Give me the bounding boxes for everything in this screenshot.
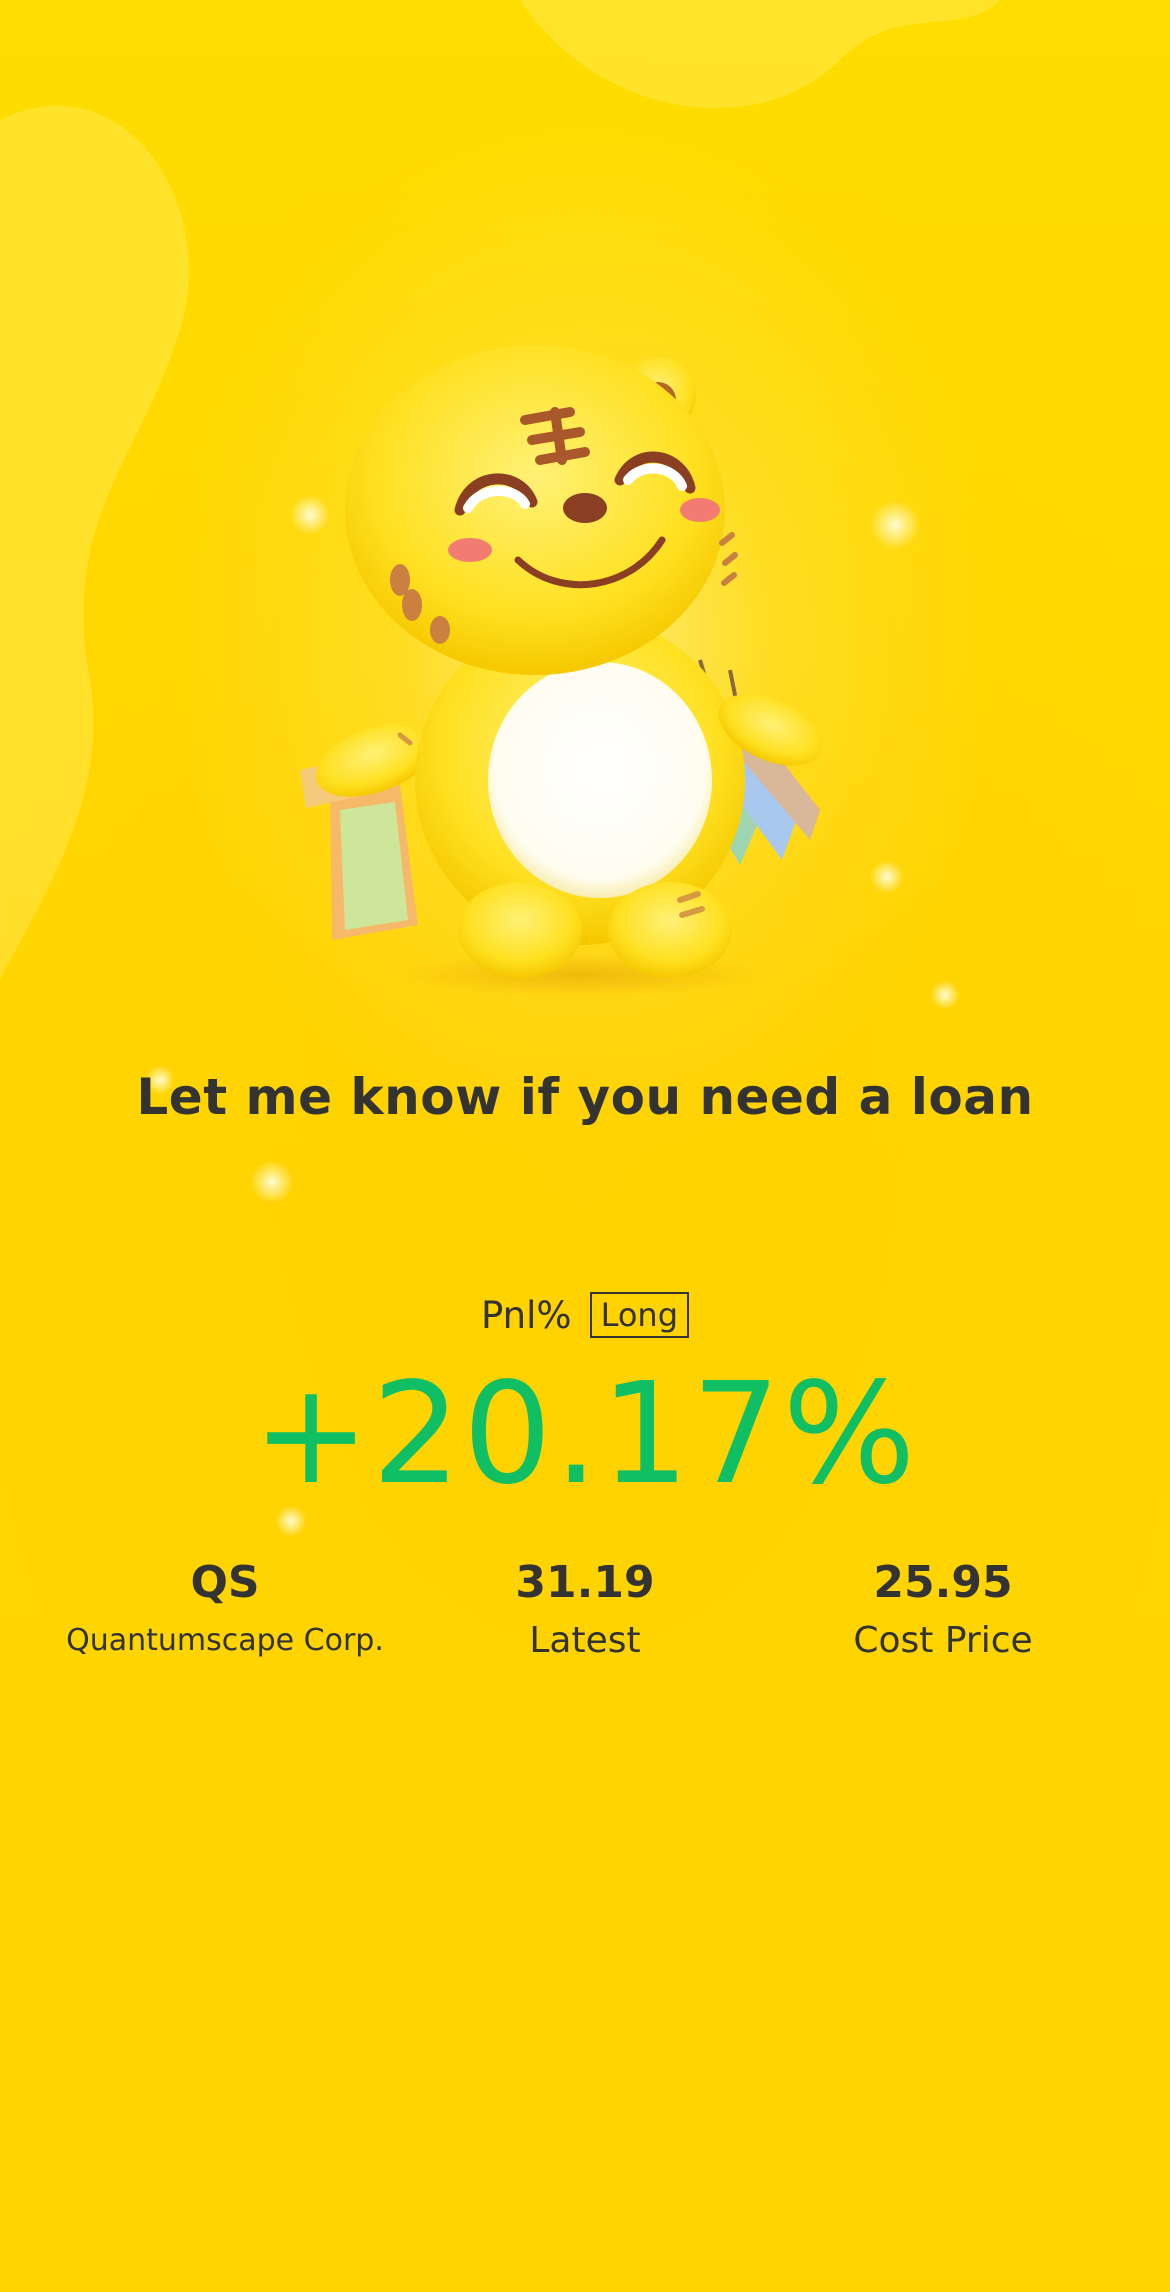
pnl-percentage: +20.17% <box>252 1353 918 1516</box>
sparkle <box>930 980 960 1010</box>
position-stats: QS Quantumscape Corp. 31.19 Latest 25.95… <box>0 1555 1170 1675</box>
cost-price: 25.95 <box>873 1557 1013 1608</box>
sparkle <box>870 500 920 550</box>
sparkle <box>870 860 904 894</box>
latest-label: Latest <box>529 1620 641 1661</box>
position-side-badge: Long <box>589 1292 689 1338</box>
stat-symbol: QS Quantumscape Corp. <box>45 1555 405 1669</box>
cost-price-label: Cost Price <box>853 1620 1033 1661</box>
tiger-mascot-with-shopping-bags-icon <box>300 345 822 997</box>
stock-name: Quantumscape Corp. <box>66 1623 384 1658</box>
stat-cost-price: 25.95 Cost Price <box>763 1555 1123 1669</box>
stat-latest: 31.19 Latest <box>405 1555 765 1669</box>
latest-price: 31.19 <box>515 1557 655 1608</box>
stock-symbol: QS <box>190 1557 260 1608</box>
sparkle <box>250 1160 294 1204</box>
pnl-header: Pnl% Long <box>0 1292 1170 1338</box>
pnl-label: Pnl% <box>481 1293 572 1337</box>
tagline: Let me know if you need a loan <box>136 1068 1034 1126</box>
